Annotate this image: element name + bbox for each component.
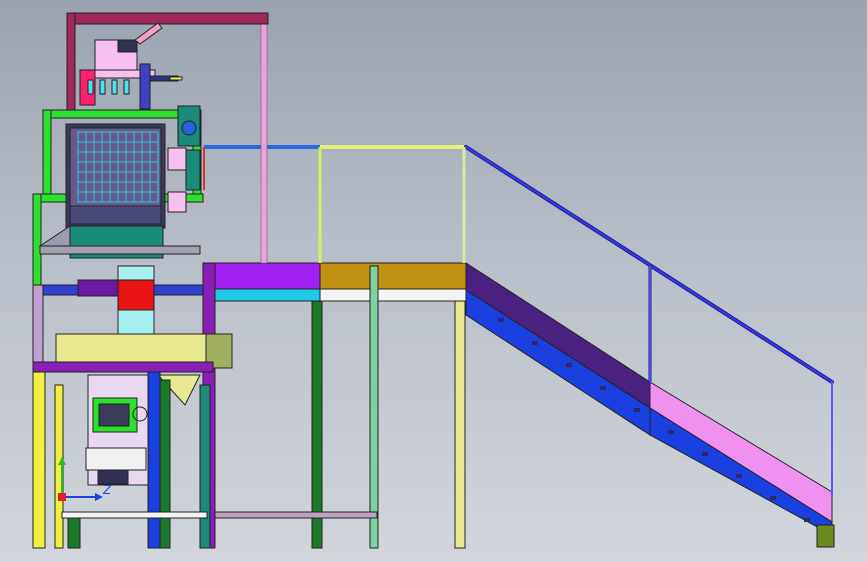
deck-edge-cyan [202, 288, 321, 302]
chute-lower [117, 309, 155, 336]
support-columns [204, 265, 466, 549]
column-green [311, 300, 323, 549]
triad-z-label: Z [102, 483, 112, 497]
upper-frame-green [42, 109, 202, 119]
top-frame-left-post [66, 12, 76, 111]
column-mint [369, 265, 379, 549]
machine-assembly-drawing: Z [32, 12, 835, 549]
floor-beam [204, 511, 378, 519]
stair-foot [816, 524, 835, 548]
chute-red [117, 279, 155, 311]
deck-edge-white [319, 288, 467, 302]
platform-fascia-gold [319, 262, 467, 290]
stair-stringer-lower [649, 407, 833, 536]
left-column-yellow [32, 361, 46, 549]
stair-stringer-upper [465, 262, 651, 409]
top-frame-beam [66, 12, 269, 25]
platform-handrail [203, 23, 466, 264]
motor-low [167, 191, 187, 213]
stair-stringer-pink [649, 381, 833, 523]
platform-fascia-purple [202, 262, 321, 290]
platform [202, 262, 467, 302]
stair-stringer-blue [465, 289, 651, 436]
column-khaki [454, 300, 466, 549]
cad-viewport[interactable]: Z [0, 0, 867, 562]
chute-upper [117, 265, 155, 281]
motor-mid [167, 147, 187, 171]
